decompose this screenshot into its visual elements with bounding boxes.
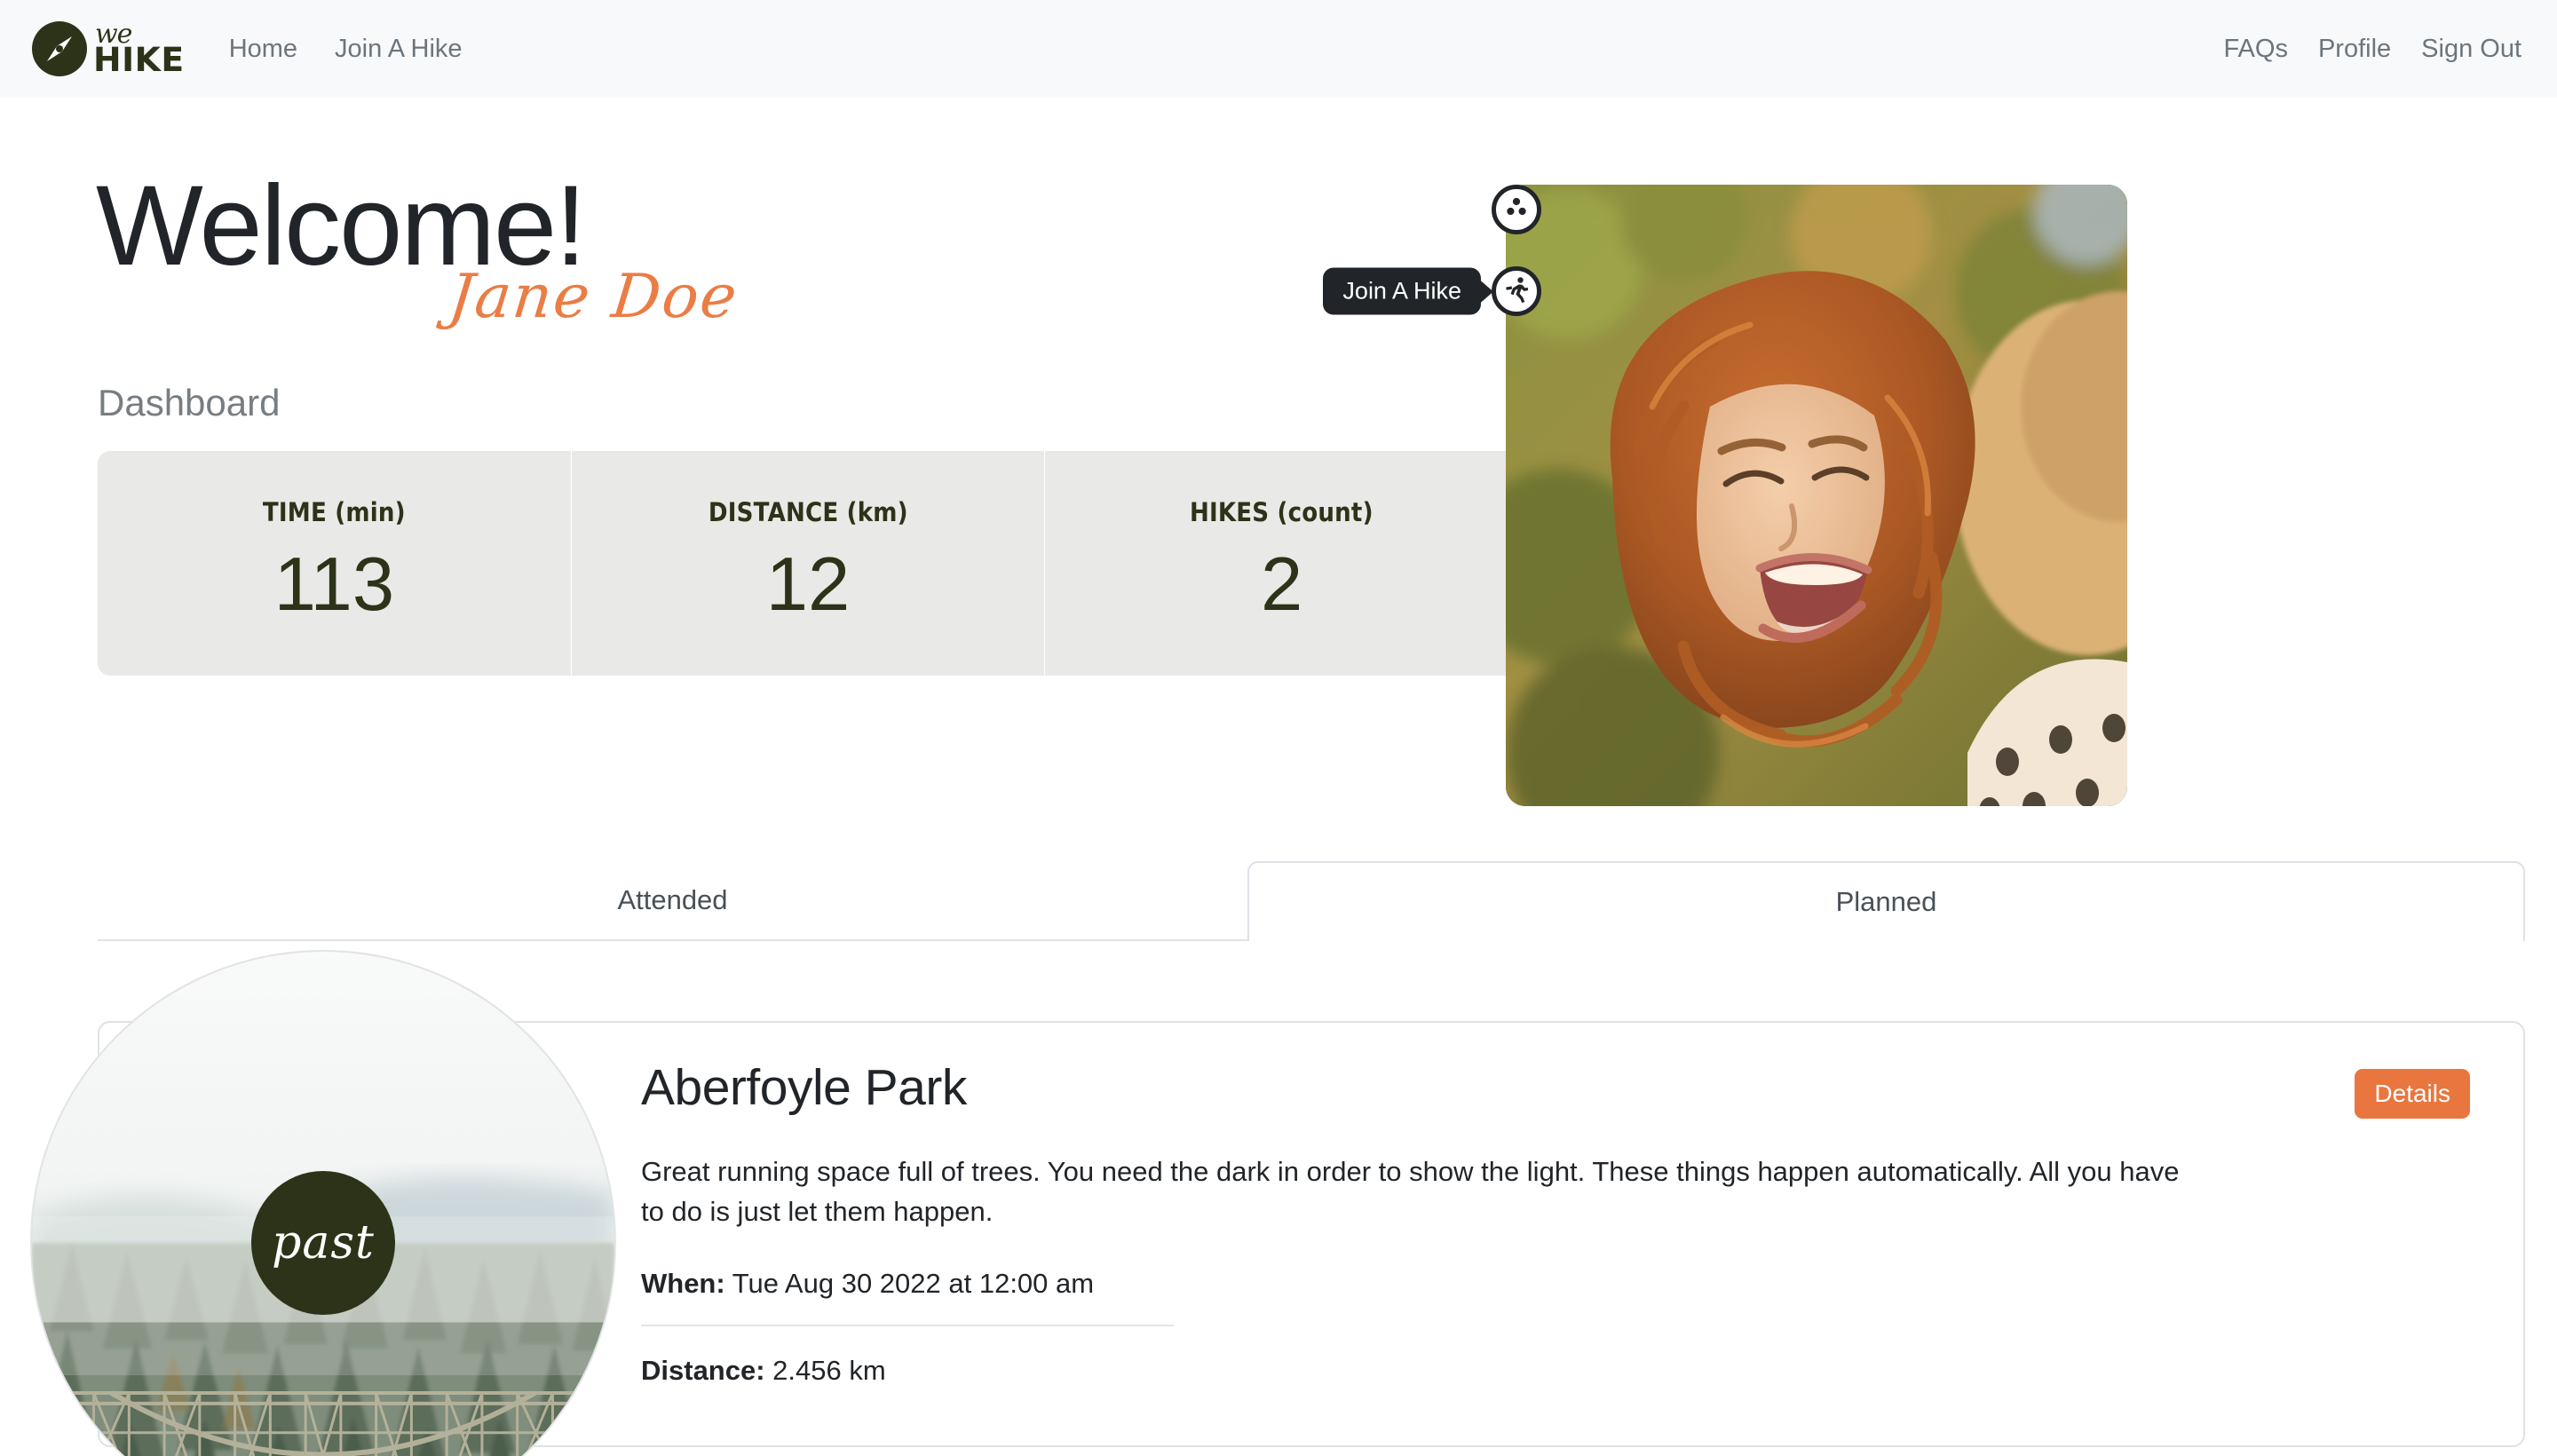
hike-description: Great running space full of trees. You n…	[641, 1156, 2180, 1227]
stat-card-distance: DISTANCE (km) 12	[572, 450, 1046, 676]
stat-card-hikes: HIKES (count) 2	[1045, 451, 1518, 676]
stat-value: 12	[765, 542, 851, 627]
running-person-icon	[1500, 273, 1532, 310]
three-dots-circle-icon	[1501, 193, 1532, 227]
stat-value: 2	[1261, 542, 1303, 627]
tab-planned[interactable]: Planned	[1247, 861, 2525, 941]
floating-action-buttons: Join A Hike	[1323, 185, 1552, 316]
hike-divider	[641, 1324, 1174, 1326]
dashboard-heading: Dashboard	[98, 381, 281, 423]
stat-card-time: TIME (min) 113	[98, 450, 572, 676]
brand-wordmark: we HIKE	[93, 21, 185, 79]
tab-label: Attended	[617, 884, 728, 915]
stat-label: DISTANCE (km)	[708, 496, 908, 527]
hike-distance-value: 2.456 km	[772, 1354, 886, 1386]
nav-link-join-a-hike[interactable]: Join A Hike	[335, 35, 462, 64]
compass-icon	[32, 21, 87, 76]
nav-link-profile[interactable]: Profile	[2318, 35, 2391, 64]
hero-photo	[1506, 185, 2127, 806]
hike-thumbnail: past	[30, 950, 616, 1456]
nav-link-faqs[interactable]: FAQs	[2223, 35, 2288, 64]
secondary-nav: FAQs Profile Sign Out	[2223, 35, 2521, 64]
tab-attended[interactable]: Attended	[98, 861, 1247, 941]
hike-distance-row: Distance: 2.456 km	[641, 1355, 2470, 1387]
brand-logo[interactable]: we HIKE	[32, 21, 185, 79]
join-a-hike-tooltip: Join A Hike	[1323, 267, 1481, 315]
details-button[interactable]: Details	[2355, 1069, 2470, 1119]
hike-card-header: Aberfoyle Park Details	[641, 1060, 2470, 1119]
stat-label: HIKES (count)	[1190, 496, 1374, 527]
hike-when-label: When:	[641, 1267, 725, 1299]
hike-title: Aberfoyle Park	[641, 1059, 967, 1116]
stat-label: TIME (min)	[262, 496, 406, 527]
hero-left-column: Welcome! Jane Doe Dashboard TIME (min) 1…	[32, 168, 1541, 676]
hike-distance-label: Distance:	[641, 1354, 765, 1386]
fab-menu-row	[1492, 185, 1541, 234]
fab-join-row: Join A Hike	[1323, 266, 1541, 316]
brand-hike-text: HIKE	[93, 41, 185, 79]
hero-section: Welcome! Jane Doe Dashboard TIME (min) 1…	[32, 98, 2525, 806]
primary-nav: Home Join A Hike	[229, 35, 463, 64]
nav-link-home[interactable]: Home	[229, 35, 297, 64]
hike-card: past Aberfoyle Park Details Great runnin…	[30, 950, 2525, 1456]
hike-when-row: When: Tue Aug 30 2022 at 12:00 am	[641, 1268, 2470, 1300]
dashboard-page: Welcome! Jane Doe Dashboard TIME (min) 1…	[0, 98, 2557, 1456]
tab-label: Planned	[1835, 886, 1937, 917]
hike-tabs: Attended Planned	[98, 861, 2525, 941]
fab-join-a-hike-button[interactable]	[1492, 266, 1541, 316]
stat-value: 113	[273, 542, 395, 627]
hike-card-body: Aberfoyle Park Details Great running spa…	[641, 1060, 2470, 1408]
top-navbar: we HIKE Home Join A Hike FAQs Profile Si…	[0, 0, 2557, 98]
stats-panel: TIME (min) 113 DISTANCE (km) 12 HIKES (c…	[98, 450, 1518, 676]
fab-menu-button[interactable]	[1492, 185, 1541, 234]
nav-link-sign-out[interactable]: Sign Out	[2421, 35, 2521, 64]
hike-when-value: Tue Aug 30 2022 at 12:00 am	[732, 1267, 1095, 1299]
hike-status-badge: past	[251, 1171, 395, 1315]
